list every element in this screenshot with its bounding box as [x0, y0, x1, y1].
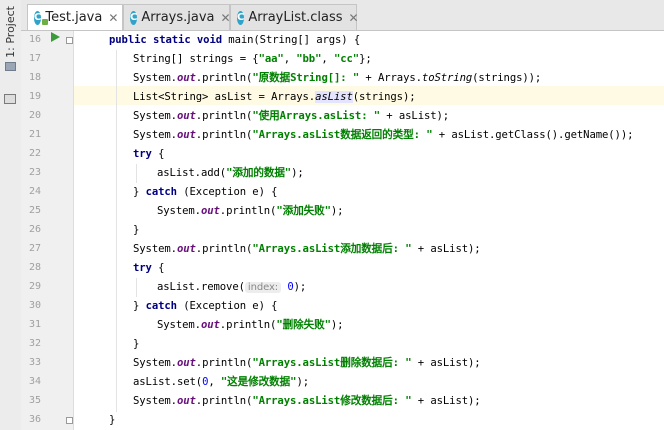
tab-label: Test.java [45, 10, 103, 25]
code-line-32: } [133, 338, 140, 350]
code-line-26: } [133, 224, 140, 236]
line-number: 16 [28, 34, 41, 45]
line-number: 22 [28, 148, 41, 159]
code-line-30: } catch (Exception e) { [133, 300, 278, 312]
code-line-34: asList.set(0, "这是修改数据"); [133, 376, 309, 388]
java-class-icon: C [34, 10, 49, 25]
line-number: 25 [28, 205, 41, 216]
line-number: 33 [28, 357, 41, 368]
code-line-17: String[] strings = {"aa", "bb", "cc"}; [133, 53, 372, 65]
line-number: 19 [28, 91, 41, 102]
code-line-16: public static void main(String[] args) { [109, 34, 361, 46]
code-line-36: } [109, 414, 116, 426]
line-number: 20 [28, 110, 41, 121]
line-number: 30 [28, 300, 41, 311]
code-line-28: try { [133, 262, 165, 274]
tab-label: Arrays.java [141, 10, 215, 25]
code-line-20: System.out.println("使用Arrays.asList: " +… [133, 110, 450, 122]
line-number: 23 [28, 167, 41, 178]
line-number: 29 [28, 281, 41, 292]
code-line-35: System.out.println("Arrays.asList修改数据后: … [133, 395, 481, 407]
tab-test-java[interactable]: C Test.java ✕ [27, 4, 123, 30]
structure-icon[interactable] [4, 94, 16, 104]
project-tab-label: 1: Project [4, 6, 17, 58]
close-icon[interactable]: ✕ [108, 11, 118, 25]
line-number: 21 [28, 129, 41, 140]
compiled-class-icon: C [237, 10, 245, 25]
code-line-18: System.out.println("原数据String[]: " + Arr… [133, 72, 542, 84]
code-line-27: System.out.println("Arrays.asList添加数据后: … [133, 243, 481, 255]
code-line-31: System.out.println("删除失败"); [157, 319, 344, 331]
line-number: 24 [28, 186, 41, 197]
line-number: 32 [28, 338, 41, 349]
line-number: 34 [28, 376, 41, 387]
close-icon[interactable]: ✕ [349, 11, 359, 25]
editor-tab-bar: C Test.java ✕ C Arrays.java ✕ C ArrayLis… [21, 0, 664, 31]
tab-arraylist-class[interactable]: C ArrayList.class ✕ [230, 4, 359, 30]
indent-guide [136, 278, 137, 297]
code-line-24: } catch (Exception e) { [133, 186, 278, 198]
indent-guide [136, 164, 137, 183]
code-line-19: List<String> asList = Arrays.asList(stri… [133, 91, 416, 103]
line-number: 31 [28, 319, 41, 330]
line-number: 28 [28, 262, 41, 273]
tab-label: ArrayList.class [248, 10, 343, 25]
line-number: 17 [28, 53, 41, 64]
code-editor[interactable]: public static void main(String[] args) {… [74, 31, 664, 430]
fold-icon[interactable] [66, 417, 73, 424]
fold-icon[interactable] [66, 37, 73, 44]
code-line-25: System.out.println("添加失败"); [157, 205, 344, 217]
code-line-23: asList.add("添加的数据"); [157, 167, 304, 179]
code-line-22: try { [133, 148, 165, 160]
left-tool-strip: 1: Project [0, 0, 22, 430]
tab-arrays-java[interactable]: C Arrays.java ✕ [123, 4, 231, 30]
indent-guide [116, 50, 117, 412]
code-line-29: asList.remove(index: 0); [157, 281, 307, 293]
parameter-hint: index: [244, 282, 282, 293]
line-number: 27 [28, 243, 41, 254]
project-tool-tab[interactable]: 1: Project [2, 6, 19, 78]
line-number: 26 [28, 224, 41, 235]
code-line-33: System.out.println("Arrays.asList删除数据后: … [133, 357, 481, 369]
folder-icon [5, 61, 16, 71]
line-number: 36 [28, 414, 41, 425]
java-class-icon: C [130, 10, 138, 25]
line-number: 18 [28, 72, 41, 83]
code-line-21: System.out.println("Arrays.asList数据返回的类型… [133, 129, 634, 141]
line-number: 35 [28, 395, 41, 406]
run-icon[interactable] [51, 32, 60, 42]
